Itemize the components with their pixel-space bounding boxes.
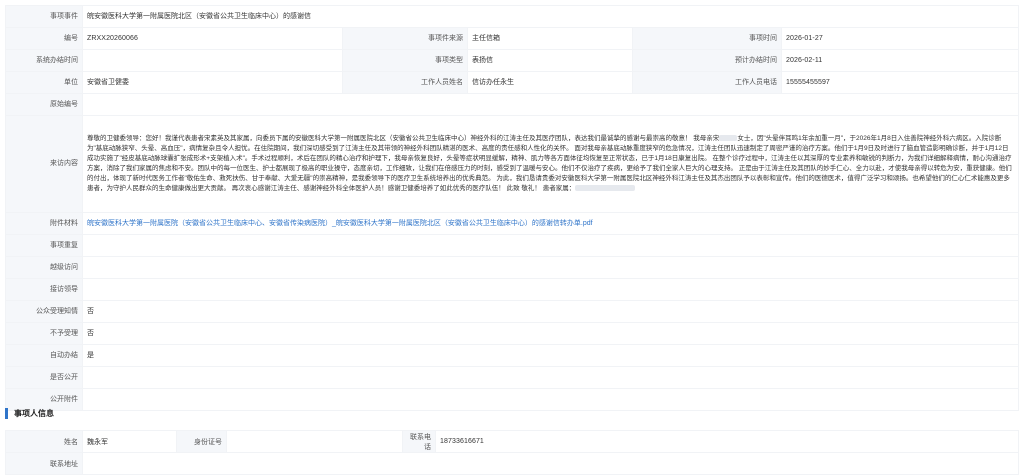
label-person-address: 联系地址 bbox=[5, 452, 83, 475]
person-id bbox=[226, 430, 403, 453]
event-not-accept: 否 bbox=[81, 322, 1020, 345]
label-orig-code: 原始编号 bbox=[5, 93, 83, 116]
label-unit: 单位 bbox=[5, 71, 83, 94]
attachment-link[interactable]: 皖安徽医科大学第一附属医院（安徽省公共卫生临床中心、安徽省传染病医院）_皖安徽医… bbox=[87, 220, 593, 227]
label-person-phone: 联系电话 bbox=[402, 430, 436, 453]
label-overstep: 越级访问 bbox=[5, 256, 83, 279]
event-due: 2026-02-11 bbox=[780, 49, 1020, 72]
label-sys-time: 系统办结时间 bbox=[5, 49, 83, 72]
event-content-part-b: 女士，因"头晕伴耳鸣1年余加重一月"，于2026年1月8日入住善院神经外科六病区… bbox=[87, 135, 1012, 192]
page: 事项事件 皖安徽医科大学第一附属医院北区（安徽省公共卫生临床中心）的感谢信 编号… bbox=[0, 0, 1024, 475]
event-detail-table: 事项事件 皖安徽医科大学第一附属医院北区（安徽省公共卫生临床中心）的感谢信 编号… bbox=[5, 5, 1020, 411]
event-title: 皖安徽医科大学第一附属医院北区（安徽省公共卫生临床中心）的感谢信 bbox=[81, 5, 1020, 28]
label-person-name: 姓名 bbox=[5, 430, 83, 453]
label-content: 来访内容 bbox=[5, 115, 83, 213]
label-type: 事项类型 bbox=[342, 49, 468, 72]
label-person-id: 身份证号 bbox=[176, 430, 227, 453]
event-code: ZRXX20260066 bbox=[82, 27, 343, 50]
event-overstep bbox=[81, 256, 1020, 279]
label-auto-close: 自动办结 bbox=[5, 344, 83, 367]
event-source: 主任信箱 bbox=[467, 27, 633, 50]
label-is-public: 是否公开 bbox=[5, 366, 83, 389]
event-repeat bbox=[81, 234, 1020, 257]
event-content: 尊敬的卫健委领导：您好！我谨代表患者宋素英及其家属，向委员下属的安徽医科大学第一… bbox=[81, 115, 1020, 213]
event-auto-close: 是 bbox=[81, 344, 1020, 367]
label-attachment: 附件材料 bbox=[5, 212, 83, 235]
event-type: 表扬信 bbox=[467, 49, 633, 72]
label-code: 编号 bbox=[5, 27, 83, 50]
event-public-attachment bbox=[81, 388, 1020, 411]
event-attachment-cell: 皖安徽医科大学第一附属医院（安徽省公共卫生临床中心、安徽省传染病医院）_皖安徽医… bbox=[81, 212, 1020, 235]
person-address bbox=[82, 452, 1019, 475]
label-not-accept: 不予受理 bbox=[5, 322, 83, 345]
label-public-accept: 公众受理知情 bbox=[5, 300, 83, 323]
event-phone: 15555455597 bbox=[780, 71, 1020, 94]
redacted-name-mark bbox=[719, 135, 738, 142]
redacted-signature-mark bbox=[575, 185, 636, 192]
event-is-public bbox=[81, 366, 1020, 389]
person-detail-table: 姓名 魏永军 身份证号 联系电话 18733616671 联系地址 bbox=[5, 430, 1019, 475]
event-guide bbox=[81, 278, 1020, 301]
section-accent-bar bbox=[5, 407, 8, 419]
label-guide: 接访领导 bbox=[5, 278, 83, 301]
label-phone: 工作人员电话 bbox=[632, 71, 782, 94]
person-name: 魏永军 bbox=[82, 430, 177, 453]
person-phone: 18733616671 bbox=[435, 430, 1019, 453]
label-title: 事项事件 bbox=[5, 5, 83, 28]
event-sys-time bbox=[82, 49, 343, 72]
event-unit: 安徽省卫健委 bbox=[82, 71, 343, 94]
label-time: 事项时间 bbox=[632, 27, 782, 50]
label-due: 预计办结时间 bbox=[632, 49, 782, 72]
person-section-title: 事项人信息 bbox=[14, 408, 54, 418]
event-time: 2026-01-27 bbox=[780, 27, 1020, 50]
label-repeat: 事项重复 bbox=[5, 234, 83, 257]
event-public-accept: 否 bbox=[81, 300, 1020, 323]
event-staff: 信访办任永生 bbox=[467, 71, 633, 94]
label-source: 事项件来源 bbox=[342, 27, 468, 50]
label-staff: 工作人员姓名 bbox=[342, 71, 468, 94]
event-orig-code bbox=[81, 93, 1020, 116]
event-content-part-a: 尊敬的卫健委领导：您好！我谨代表患者宋素英及其家属，向委员下属的安徽医科大学第一… bbox=[87, 135, 720, 142]
person-section-header: 事项人信息 bbox=[5, 405, 54, 421]
